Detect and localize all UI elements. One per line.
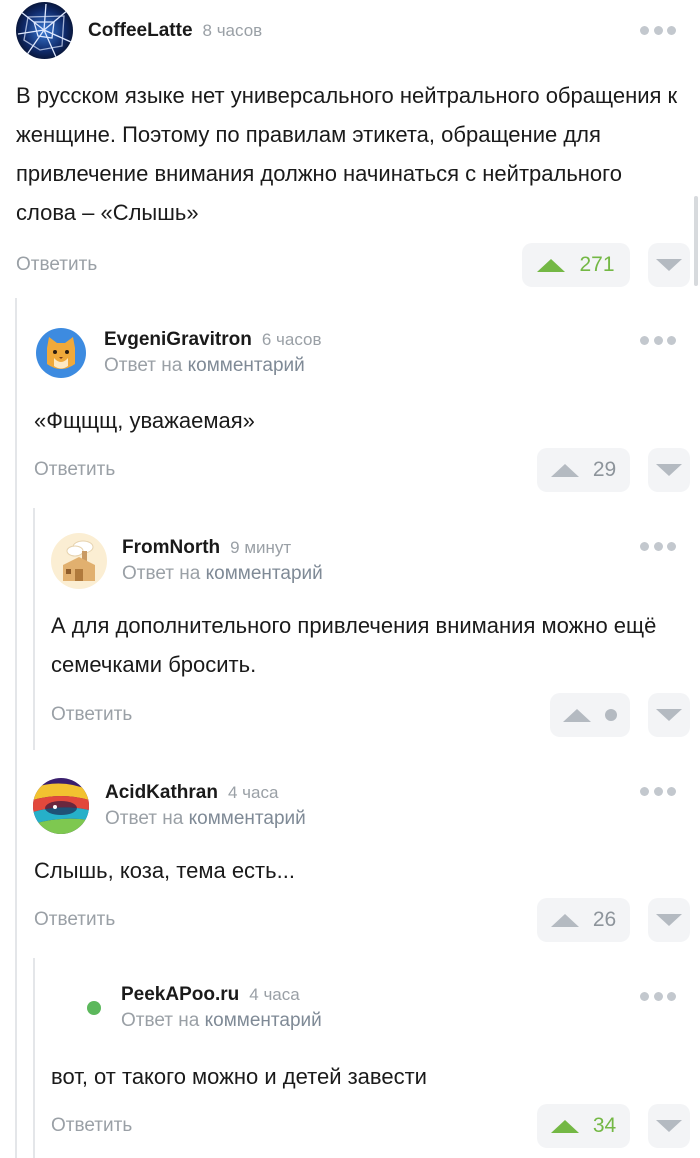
- downvote-button[interactable]: [648, 448, 690, 492]
- reply-to-label: Ответ на комментарий: [105, 808, 306, 830]
- reply-button[interactable]: Ответить: [51, 1115, 132, 1137]
- downvote-button[interactable]: [648, 243, 690, 287]
- upvote-arrow-icon: [563, 708, 591, 722]
- comment-text: В русском языке нет универсального нейтр…: [16, 83, 678, 225]
- upvote-arrow-icon: [550, 1119, 579, 1133]
- reply-button[interactable]: Ответить: [51, 704, 132, 726]
- reply-to-prefix: Ответ на: [105, 808, 184, 829]
- comment-time: 4 часа: [249, 985, 300, 1004]
- comment-time: 9 минут: [230, 538, 292, 557]
- reply-to-prefix: Ответ на: [121, 1010, 200, 1031]
- online-status-dot: [87, 1001, 101, 1015]
- upvote-button[interactable]: [550, 693, 630, 737]
- upvote-button[interactable]: 34: [537, 1104, 630, 1148]
- downvote-button[interactable]: [648, 693, 690, 737]
- downvote-arrow-icon: [656, 1120, 682, 1132]
- reply-to-comment-link[interactable]: комментарий: [188, 355, 305, 376]
- reply-to-prefix: Ответ на: [104, 355, 183, 376]
- username[interactable]: AcidKathran: [105, 782, 218, 804]
- thread-line-level-2: [33, 958, 35, 1158]
- upvote-button[interactable]: 26: [537, 898, 630, 942]
- upvote-button[interactable]: 29: [537, 448, 630, 492]
- comment-text: вот, от такого можно и детей завести: [51, 1064, 427, 1089]
- more-options-icon[interactable]: [640, 541, 676, 551]
- comment-text: «Фщщщ, уважаемая»: [34, 408, 255, 433]
- comment-score: 26: [592, 908, 617, 931]
- downvote-arrow-icon: [656, 914, 682, 926]
- reply-to-prefix: Ответ на: [122, 563, 201, 584]
- reply-to-comment-link[interactable]: комментарий: [189, 808, 306, 829]
- downvote-arrow-icon: [656, 709, 682, 721]
- downvote-arrow-icon: [656, 464, 682, 476]
- thread-line-level-1: [15, 298, 17, 1158]
- hidden-score-dot-icon: [605, 709, 617, 721]
- upvote-button[interactable]: 271: [522, 243, 630, 287]
- username[interactable]: CoffeeLatte: [88, 20, 193, 42]
- scrollbar[interactable]: [694, 196, 698, 286]
- comment-time: 4 часа: [227, 783, 279, 802]
- comment-text: А для дополнительного привлечения вниман…: [51, 613, 657, 677]
- comment-score: 29: [592, 458, 617, 481]
- upvote-arrow-icon: [537, 258, 566, 272]
- more-options-icon[interactable]: [640, 786, 676, 796]
- reply-to-comment-link[interactable]: комментарий: [206, 563, 323, 584]
- downvote-arrow-icon: [656, 259, 682, 271]
- upvote-arrow-icon: [550, 913, 579, 927]
- username[interactable]: EvgeniGravitron: [104, 329, 252, 351]
- more-options-icon[interactable]: [640, 991, 676, 1001]
- reply-button[interactable]: Ответить: [34, 459, 115, 481]
- comment-time: 6 часов: [261, 330, 322, 349]
- more-options-icon[interactable]: [640, 335, 676, 345]
- comment-score: 34: [592, 1114, 617, 1137]
- reply-to-comment-link[interactable]: комментарий: [205, 1010, 322, 1031]
- downvote-button[interactable]: [648, 1104, 690, 1148]
- username[interactable]: PeekAPoo.ru: [121, 984, 239, 1006]
- reply-to-label: Ответ на комментарий: [104, 355, 322, 377]
- cat-avatar[interactable]: [36, 328, 86, 378]
- downvote-button[interactable]: [648, 898, 690, 942]
- reply-to-label: Ответ на комментарий: [122, 563, 323, 585]
- comment-time: 8 часов: [202, 20, 263, 40]
- comment-text: Слышь, коза, тема есть...: [34, 858, 295, 883]
- more-options-icon[interactable]: [640, 25, 676, 35]
- username[interactable]: FromNorth: [122, 537, 220, 559]
- psychedelic-avatar[interactable]: [33, 778, 89, 834]
- cracked-glass-avatar[interactable]: [16, 2, 73, 59]
- reply-button[interactable]: Ответить: [16, 254, 97, 276]
- upvote-arrow-icon: [550, 463, 579, 477]
- thread-line-level-2: [33, 508, 35, 750]
- reply-button[interactable]: Ответить: [34, 909, 115, 931]
- reply-to-label: Ответ на комментарий: [121, 1010, 322, 1032]
- comment-score: 271: [579, 253, 615, 276]
- house-avatar[interactable]: [51, 533, 107, 589]
